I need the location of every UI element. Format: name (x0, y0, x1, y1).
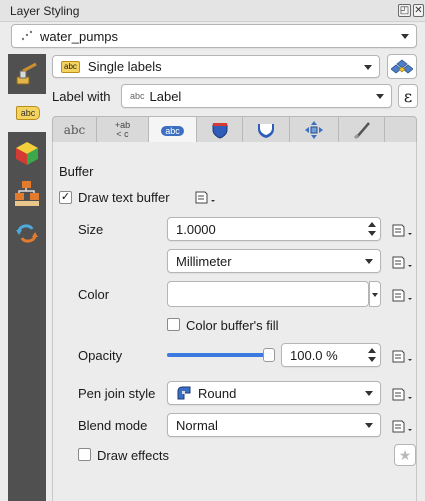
size-override-button[interactable] (389, 221, 417, 239)
label-with-label: Label with (52, 89, 111, 104)
size-label: Size (78, 222, 104, 237)
field-type-prefix: abc (130, 91, 145, 101)
layer-select[interactable]: water_pumps (11, 24, 417, 48)
color-menu-button[interactable] (369, 281, 381, 307)
tab-text[interactable]: abc (53, 117, 97, 142)
text-tab-icon: abc (63, 122, 86, 137)
data-defined-icon (392, 289, 412, 302)
brush-icon (353, 121, 370, 139)
shield-icon (212, 122, 227, 139)
formatting-bottom: < c (116, 128, 129, 139)
renderer-value: Single labels (87, 59, 162, 74)
tab-shadow[interactable] (243, 117, 290, 142)
data-defined-icon (392, 388, 412, 401)
round-join-icon (177, 386, 191, 400)
tab-buffer[interactable]: abc (149, 117, 197, 144)
labels-icon: abc (15, 106, 41, 120)
sidebar-item-3d[interactable] (8, 134, 46, 172)
placement-icon (305, 120, 323, 139)
slider-handle[interactable] (263, 348, 275, 362)
layer-select-value: water_pumps (40, 28, 119, 44)
opacity-value: 100.0 % (290, 347, 338, 363)
size-value: 1.0000 (176, 221, 216, 237)
slider-fill (167, 353, 269, 357)
pen-join-value: Round (198, 385, 237, 401)
data-defined-icon (392, 420, 412, 433)
color-buffer-fill-label: Color buffer's fill (186, 318, 279, 333)
chevron-down-icon (401, 34, 409, 39)
label-field-value: Label (149, 88, 182, 104)
unit-select[interactable]: Millimeter (167, 249, 381, 273)
blend-mode-select[interactable]: Normal (167, 413, 381, 437)
color-swatch-button[interactable] (167, 281, 369, 307)
pen-join-select[interactable]: Round (167, 381, 381, 405)
history-icon (16, 224, 38, 243)
opacity-label: Opacity (78, 348, 123, 363)
draw-effects-checkbox[interactable] (78, 448, 91, 461)
color-override-button[interactable] (389, 286, 417, 304)
blend-mode-override-button[interactable] (389, 417, 417, 435)
draw-text-buffer-label: Draw text buffer (78, 190, 170, 205)
pen-join-label: Pen join style (78, 386, 156, 401)
diagram-icon (15, 181, 39, 206)
unit-value: Millimeter (176, 253, 232, 269)
opacity-override-button[interactable] (389, 347, 417, 365)
shadow-icon (258, 123, 274, 138)
sidebar-item-symbology[interactable] (8, 56, 46, 94)
draw-text-buffer-checkbox[interactable]: ✓ (59, 191, 72, 204)
tab-formatting[interactable]: +ab < c (97, 117, 149, 142)
tab-background[interactable] (197, 117, 243, 142)
expression-button[interactable]: ε (398, 84, 418, 108)
data-defined-override-button[interactable] (192, 188, 220, 206)
blend-mode-value: Normal (176, 417, 218, 433)
data-defined-icon (392, 256, 412, 269)
label-field-select[interactable]: abc Label (121, 84, 392, 108)
rules-button[interactable] (387, 54, 417, 79)
diamond-grid-icon (391, 58, 413, 74)
pen-join-override-button[interactable] (389, 385, 417, 403)
sidebar-item-diagrams[interactable] (8, 174, 46, 212)
data-defined-icon (392, 224, 412, 237)
point-layer-icon (20, 30, 34, 42)
style-sidebar: abc (8, 54, 48, 501)
chevron-down-icon (365, 259, 373, 264)
size-spinbox[interactable]: 1.0000 (167, 217, 381, 241)
window-title: Layer Styling (10, 4, 80, 18)
blend-mode-label: Blend mode (78, 418, 148, 433)
renderer-select[interactable]: abc Single labels (52, 55, 380, 78)
sidebar-item-labels[interactable]: abc (8, 94, 48, 132)
tab-placement[interactable] (290, 117, 339, 142)
label-tabs: abc +ab < c abc (52, 116, 417, 144)
effects-button[interactable]: ★ (394, 444, 416, 466)
paintbrush-icon (16, 62, 37, 85)
spin-arrows-icon (368, 221, 376, 237)
formatting-tab-icon: +ab < c (115, 120, 130, 139)
buffer-tab-icon: abc (161, 125, 184, 136)
opacity-slider[interactable] (167, 346, 277, 364)
chevron-down-icon (376, 94, 384, 99)
unit-override-button[interactable] (389, 253, 417, 271)
label-badge-icon: abc (61, 60, 80, 73)
spin-arrows-icon (368, 347, 376, 363)
data-defined-icon (392, 350, 412, 363)
tab-rendering[interactable] (339, 117, 385, 142)
chevron-down-icon (365, 423, 373, 428)
3d-cube-icon (16, 142, 38, 165)
opacity-spinbox[interactable]: 100.0 % (281, 343, 381, 367)
data-defined-icon (195, 191, 215, 204)
section-title: Buffer (59, 164, 94, 179)
close-button[interactable]: ✕ (413, 4, 424, 17)
restore-button[interactable]: ◰ (398, 4, 411, 17)
chevron-down-icon (365, 391, 373, 396)
color-label: Color (78, 287, 110, 302)
sidebar-item-history[interactable] (8, 214, 46, 252)
chevron-down-icon (372, 293, 378, 297)
chevron-down-icon (364, 64, 372, 70)
color-buffer-fill-checkbox[interactable] (167, 318, 180, 331)
draw-effects-label: Draw effects (97, 448, 170, 463)
